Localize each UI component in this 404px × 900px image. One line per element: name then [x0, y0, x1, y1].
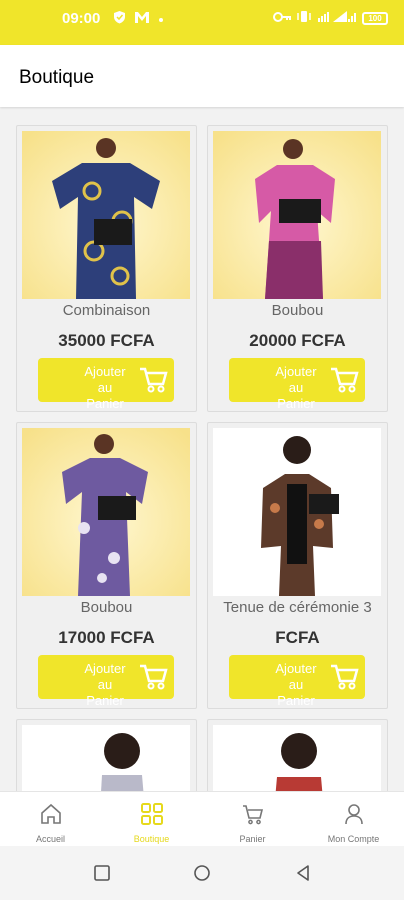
nav-label: Mon Compte — [327, 834, 380, 844]
cart-icon — [140, 664, 168, 690]
product-image[interactable] — [213, 725, 381, 791]
product-card[interactable]: Boubou 20000 FCFA Ajouter au Panier — [207, 125, 388, 412]
cart-icon — [243, 805, 264, 825]
product-image[interactable] — [22, 725, 190, 791]
add-to-cart-label: Ajouter au Panier — [275, 661, 317, 708]
nav-mon-compte[interactable]: Mon Compte — [303, 792, 404, 847]
product-price: 17000 FCFA — [58, 628, 155, 647]
mail-icon — [134, 11, 150, 28]
product-image[interactable] — [213, 131, 381, 299]
bottom-nav: Accueil Boutique Panier Mon Compte — [0, 791, 404, 846]
grid-icon — [141, 803, 163, 825]
product-name: Boubou — [271, 302, 324, 319]
add-to-cart-button[interactable]: Ajouter au Panier — [38, 358, 174, 411]
product-image[interactable] — [213, 428, 381, 596]
product-grid[interactable]: Combinaison 35000 FCFA Ajouter au Panier… — [0, 107, 404, 791]
status-bar: 09:00 100 — [0, 0, 404, 45]
key-icon — [273, 11, 291, 27]
product-name: Boubou — [80, 599, 133, 616]
battery-icon: 100 — [362, 12, 388, 25]
product-card[interactable]: Combinaison 35000 FCFA Ajouter au Panier — [16, 125, 197, 412]
product-price: 20000 FCFA — [249, 331, 346, 350]
nav-accueil[interactable]: Accueil — [0, 792, 101, 847]
user-icon — [345, 804, 363, 825]
back-icon[interactable] — [294, 864, 312, 882]
product-image[interactable] — [22, 131, 190, 299]
product-price: FCFA — [275, 628, 320, 647]
home-circle-icon[interactable] — [193, 864, 211, 882]
add-to-cart-button[interactable]: Ajouter au Panier — [38, 655, 174, 708]
vibrate-icon — [296, 10, 312, 27]
shield-icon — [113, 10, 126, 28]
product-name: Combinaison — [62, 302, 151, 319]
product-image[interactable] — [22, 428, 190, 596]
add-to-cart-label: Ajouter au Panier — [84, 364, 126, 411]
page-title: Boutique — [19, 67, 95, 88]
dot-icon — [158, 11, 164, 27]
product-price: 35000 FCFA — [58, 331, 155, 350]
add-to-cart-button[interactable]: Ajouter au Panier — [229, 655, 365, 708]
system-nav-bar — [0, 846, 404, 900]
status-time: 09:00 — [62, 10, 101, 27]
product-name: Tenue de cérémonie 3 — [223, 599, 372, 616]
cart-icon — [140, 367, 168, 393]
add-to-cart-label: Ajouter au Panier — [84, 661, 126, 708]
home-icon — [41, 803, 61, 824]
nav-boutique[interactable]: Boutique — [101, 792, 202, 847]
cart-icon — [331, 664, 359, 690]
product-card[interactable] — [16, 719, 197, 791]
product-card[interactable]: Boubou 17000 FCFA Ajouter au Panier — [16, 422, 197, 709]
app-bar: Boutique — [0, 45, 404, 107]
add-to-cart-button[interactable]: Ajouter au Panier — [229, 358, 365, 411]
recents-icon[interactable] — [93, 864, 111, 882]
nav-label: Accueil — [35, 834, 65, 844]
cart-icon — [331, 367, 359, 393]
add-to-cart-label: Ajouter au Panier — [275, 364, 317, 411]
product-card[interactable]: Tenue de cérémonie 3 FCFA Ajouter au Pan… — [207, 422, 388, 709]
nav-panier[interactable]: Panier — [202, 792, 303, 847]
signal-icon — [317, 10, 357, 27]
nav-label: Boutique — [133, 834, 170, 844]
nav-label: Panier — [239, 834, 266, 844]
product-card[interactable] — [207, 719, 388, 791]
